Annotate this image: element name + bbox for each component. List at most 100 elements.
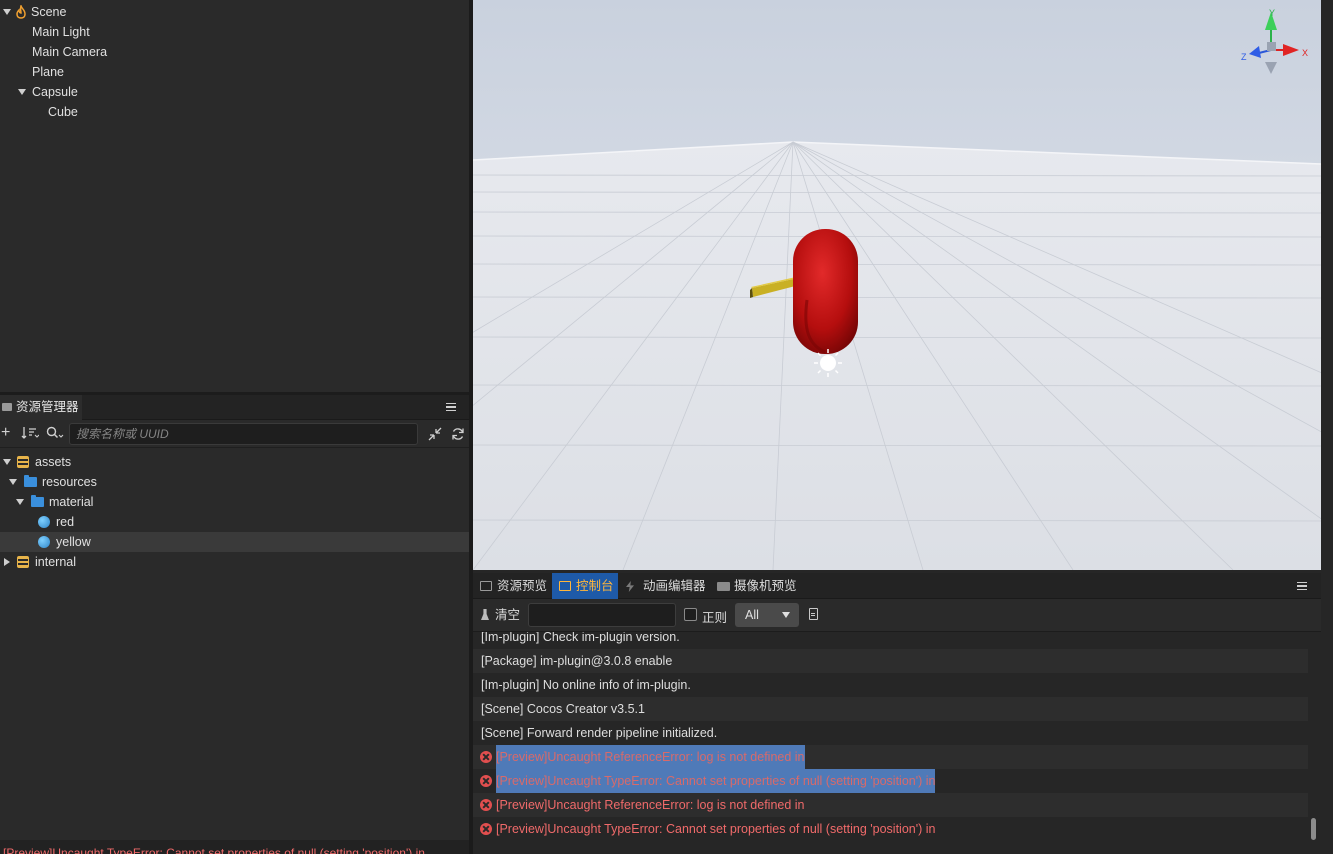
hierarchy-label: Capsule: [32, 85, 78, 99]
add-icon[interactable]: +: [1, 425, 10, 441]
asset-item-material[interactable]: material: [0, 492, 469, 512]
error-icon: [480, 799, 492, 811]
log-row[interactable]: [Scene] Cocos Creator v3.5.1: [473, 697, 1308, 721]
collapse-arrow-icon[interactable]: [4, 558, 10, 566]
terminal-icon: [559, 581, 571, 591]
status-message: [Preview]Uncaught TypeError: Cannot set …: [3, 846, 425, 854]
console-toolbar: 清空 正则 All: [473, 599, 1321, 631]
log-level-value: All: [745, 608, 759, 622]
hierarchy-item-cube[interactable]: Cube: [48, 102, 78, 122]
console-tabbar: 资源预览 控制台 动画编辑器 摄像机预览: [473, 573, 1321, 599]
asset-label: red: [56, 515, 75, 529]
tab-camera-preview[interactable]: 摄像机预览: [710, 573, 800, 599]
log-level-select[interactable]: All: [735, 603, 799, 627]
expand-arrow-icon[interactable]: [16, 499, 24, 505]
right-edge-border: [1321, 0, 1333, 854]
hierarchy-item-plane[interactable]: Plane: [32, 62, 64, 82]
material-icon: [38, 536, 50, 548]
database-icon: [17, 556, 29, 568]
log-message: [Preview]Uncaught ReferenceError: log is…: [496, 745, 805, 769]
material-icon: [38, 516, 50, 528]
asset-item-resources[interactable]: resources: [0, 472, 469, 492]
gizmo-x-label: X: [1302, 48, 1308, 58]
clear-label: 清空: [495, 608, 521, 622]
tab-label: 摄像机预览: [734, 579, 797, 593]
asset-item-yellow[interactable]: yellow: [0, 532, 469, 552]
asset-search-input[interactable]: [69, 423, 418, 445]
camera-icon: [717, 582, 730, 591]
log-message: [Preview]Uncaught TypeError: Cannot set …: [496, 822, 936, 836]
log-scrollbar[interactable]: [1311, 818, 1316, 840]
tab-assets[interactable]: 资源管理器: [0, 395, 82, 420]
database-icon: [17, 456, 29, 468]
lightning-icon: [626, 581, 634, 592]
asset-label: resources: [42, 475, 97, 489]
tab-label: 动画编辑器: [643, 579, 706, 593]
assets-tabbar: 资源管理器: [0, 395, 469, 420]
panel-menu-icon[interactable]: [446, 403, 456, 411]
console-filter-input[interactable]: [528, 603, 676, 627]
expand-arrow-icon[interactable]: [3, 9, 11, 15]
gizmo-y-label: Y: [1269, 8, 1275, 18]
tab-label: 控制台: [576, 579, 614, 593]
open-log-file-icon[interactable]: [809, 608, 818, 620]
tab-animation-editor[interactable]: 动画编辑器: [619, 573, 709, 599]
asset-label: material: [49, 495, 94, 509]
folder-icon: [24, 475, 37, 487]
hierarchy-item-main-camera[interactable]: Main Camera: [32, 42, 107, 62]
folder-icon: [480, 581, 492, 591]
log-message: [Preview]Uncaught ReferenceError: log is…: [496, 798, 805, 812]
log-row[interactable]: [Im-plugin] Check im-plugin version.: [473, 632, 1308, 649]
gizmo-z-label: Z: [1241, 52, 1247, 62]
hierarchy-item-capsule[interactable]: Capsule: [0, 82, 469, 102]
console-log-list[interactable]: [Im-plugin] Check im-plugin version. [Pa…: [473, 631, 1321, 854]
asset-label: yellow: [56, 535, 91, 549]
tab-label: 资源管理器: [16, 400, 79, 414]
folder-icon: [2, 403, 12, 411]
regex-label: 正则: [702, 611, 728, 625]
clear-button[interactable]: 清空: [479, 606, 520, 624]
log-message: [Preview]Uncaught TypeError: Cannot set …: [496, 769, 936, 793]
tab-asset-preview[interactable]: 资源预览: [473, 573, 551, 599]
hierarchy-item-main-light[interactable]: Main Light: [32, 22, 90, 42]
broom-icon: [481, 609, 489, 620]
assets-toolbar: +: [0, 420, 469, 448]
log-row-error[interactable]: [Preview]Uncaught TypeError: Cannot set …: [473, 817, 1308, 841]
expand-arrow-icon[interactable]: [9, 479, 17, 485]
log-row[interactable]: [Scene] Forward render pipeline initiali…: [473, 721, 1308, 745]
error-icon: [480, 823, 492, 835]
hierarchy-item-scene[interactable]: Scene: [0, 2, 469, 22]
regex-checkbox[interactable]: [684, 608, 697, 621]
search-filter-icon[interactable]: [46, 426, 64, 440]
expand-arrow-icon[interactable]: [3, 459, 11, 465]
hierarchy-panel: Scene Main Light Main Camera Plane Capsu…: [0, 0, 469, 392]
asset-item-internal[interactable]: internal: [0, 552, 469, 572]
capsule-object[interactable]: [793, 229, 858, 354]
tab-console[interactable]: 控制台: [552, 573, 618, 599]
tab-label: 资源预览: [497, 579, 548, 593]
log-row-error[interactable]: [Preview]Uncaught TypeError: Cannot set …: [473, 769, 1308, 793]
collapse-all-icon[interactable]: [428, 427, 442, 441]
sort-icon[interactable]: [21, 426, 39, 440]
hierarchy-label: Scene: [31, 5, 67, 19]
console-panel: 资源预览 控制台 动画编辑器 摄像机预览 清空 正则 All [Im-plugi…: [473, 573, 1321, 854]
expand-arrow-icon[interactable]: [18, 89, 26, 95]
asset-label: internal: [35, 555, 76, 569]
refresh-icon[interactable]: [451, 427, 465, 441]
chevron-down-icon: [782, 612, 790, 618]
status-bar[interactable]: [Preview]Uncaught TypeError: Cannot set …: [0, 840, 469, 854]
scene-flame-icon: [16, 5, 26, 19]
error-icon: [480, 775, 492, 787]
scene-viewport[interactable]: Y X Z: [473, 0, 1321, 570]
scene-canvas[interactable]: Y X Z: [473, 0, 1321, 570]
asset-item-red[interactable]: red: [0, 512, 469, 532]
log-row[interactable]: [Im-plugin] No online info of im-plugin.: [473, 673, 1308, 697]
panel-menu-icon[interactable]: [1297, 582, 1307, 590]
log-row[interactable]: [Package] im-plugin@3.0.8 enable: [473, 649, 1308, 673]
log-row-error[interactable]: [Preview]Uncaught ReferenceError: log is…: [473, 745, 1308, 769]
asset-item-assets[interactable]: assets: [0, 452, 469, 472]
asset-label: assets: [35, 455, 72, 469]
log-row-error[interactable]: [Preview]Uncaught ReferenceError: log is…: [473, 793, 1308, 817]
assets-panel: 资源管理器 + assets resources: [0, 395, 469, 840]
error-icon: [480, 751, 492, 763]
